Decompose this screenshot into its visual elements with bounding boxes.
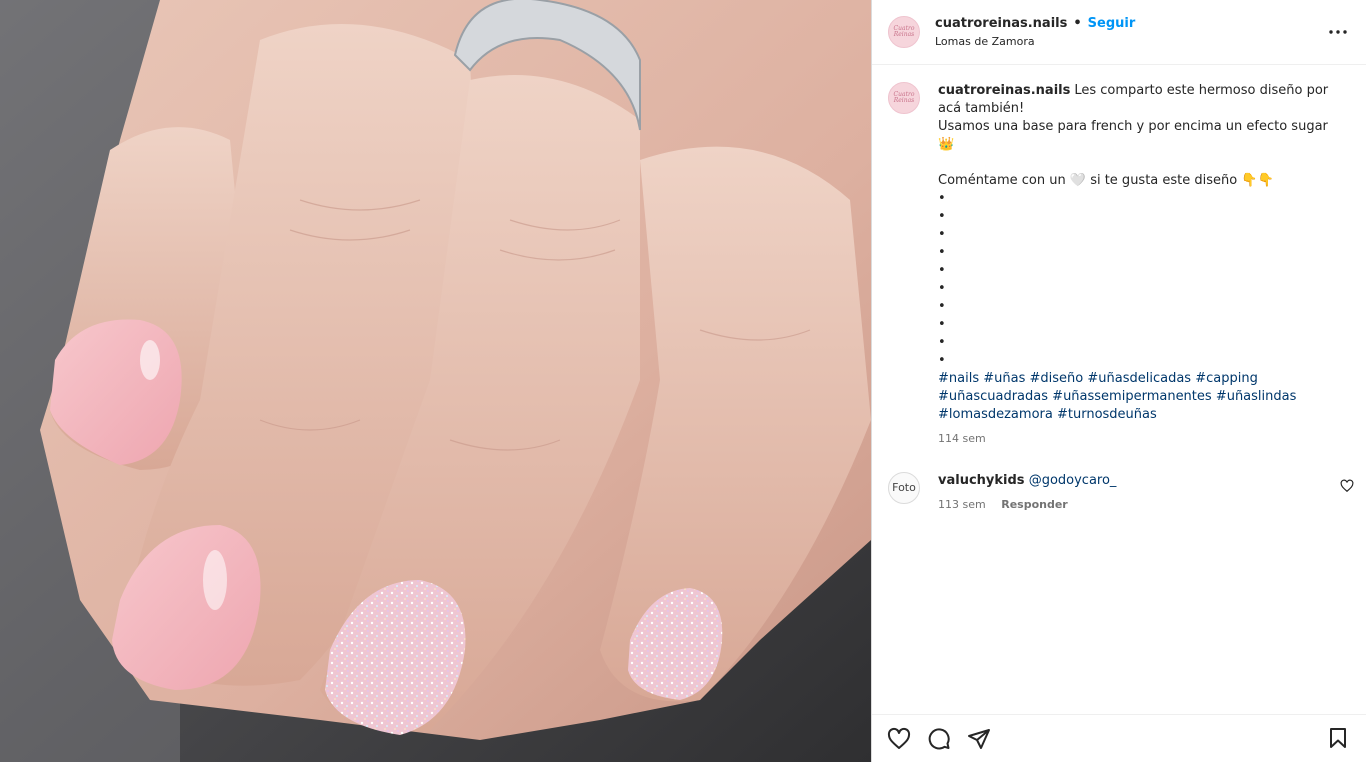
comments-section[interactable]: Cuatro Reinas cuatroreinas.nails Les comp… [872,66,1366,714]
hashtag-link[interactable]: #diseño [1030,371,1084,386]
comment-icon[interactable] [926,726,952,752]
comment-line: valuchykids @godoycaro_ [938,472,1116,490]
commenter-avatar[interactable]: Foto [888,472,920,504]
comment-meta: 113 sem Responder [938,496,1116,514]
hand-with-nails-image [0,0,871,762]
caption-meta: 114 sem [938,430,1338,448]
post-photo[interactable] [0,0,871,762]
avatar-placeholder-text: Foto [892,481,916,494]
hashtag-link[interactable]: #uñas [983,371,1025,386]
hashtag-link[interactable]: #capping [1195,371,1258,386]
caption-avatar[interactable]: Cuatro Reinas [888,82,920,114]
author-line: cuatroreinas.nails • Seguir [935,16,1135,31]
hashtag-link[interactable]: #nails [938,371,979,386]
more-options-icon[interactable] [1326,20,1350,44]
caption-bullet: • [938,263,946,278]
commenter-username[interactable]: valuchykids [938,473,1025,488]
caption-username[interactable]: cuatroreinas.nails [938,83,1070,98]
caption-body: cuatroreinas.nails Les comparto este herm… [938,82,1338,448]
hashtag-link[interactable]: #uñassemipermanentes [1052,389,1212,404]
post-caption: Cuatro Reinas cuatroreinas.nails Les comp… [872,66,1366,448]
separator-dot: • [1073,16,1082,31]
heart-icon[interactable] [886,726,912,752]
hashtag-link[interactable]: #lomasdezamora [938,407,1053,422]
caption-text-3: Coméntame con un 🤍 si te gusta este dise… [938,173,1274,188]
caption-bullet: • [938,353,946,368]
caption-bullet: • [938,299,946,314]
send-icon[interactable] [966,726,992,752]
hashtag-link[interactable]: #uñasdelicadas [1087,371,1191,386]
caption-timestamp[interactable]: 114 sem [938,432,986,445]
reply-button[interactable]: Responder [1001,498,1068,511]
caption-line-1: cuatroreinas.nails Les comparto este herm… [938,82,1338,118]
post-action-bar [872,714,1366,762]
caption-hashtags: #nails #uñas #diseño #uñasdelicadas #cap… [938,370,1338,424]
caption-bullet: • [938,209,946,224]
comment-body: valuchykids @godoycaro_ 113 sem Responde… [938,472,1116,514]
caption-bullet: • [938,317,946,332]
post-location[interactable]: Lomas de Zamora [935,35,1135,48]
caption-bullet: • [938,191,946,206]
caption-text-2: Usamos una base para french y por encima… [938,119,1328,152]
hashtag-link[interactable]: #uñascuadradas [938,389,1048,404]
author-avatar[interactable]: Cuatro Reinas [888,16,920,48]
instagram-post: Cuatro Reinas cuatroreinas.nails • Segui… [0,0,1366,762]
hashtag-link[interactable]: #turnosdeuñas [1057,407,1157,422]
hashtag-link[interactable]: #uñaslindas [1216,389,1297,404]
avatar-logo-text: Cuatro Reinas [893,91,915,104]
follow-button[interactable]: Seguir [1088,16,1136,31]
comment-like-heart-icon[interactable] [1340,478,1354,493]
author-username[interactable]: cuatroreinas.nails [935,16,1067,31]
caption-bullet: • [938,281,946,296]
bookmark-icon[interactable] [1326,726,1352,752]
comment-timestamp[interactable]: 113 sem [938,498,986,511]
comment-mention[interactable]: @godoycaro_ [1029,473,1117,488]
post-side-panel: Cuatro Reinas cuatroreinas.nails • Segui… [871,0,1366,762]
comment-item: Foto valuchykids @godoycaro_ 113 sem Res… [872,448,1366,514]
caption-bullet: • [938,335,946,350]
author-info: cuatroreinas.nails • Seguir Lomas de Zam… [935,16,1135,48]
post-header: Cuatro Reinas cuatroreinas.nails • Segui… [872,0,1366,65]
caption-bullet: • [938,245,946,260]
caption-bullet: • [938,227,946,242]
avatar-logo-text: Cuatro Reinas [893,25,915,38]
